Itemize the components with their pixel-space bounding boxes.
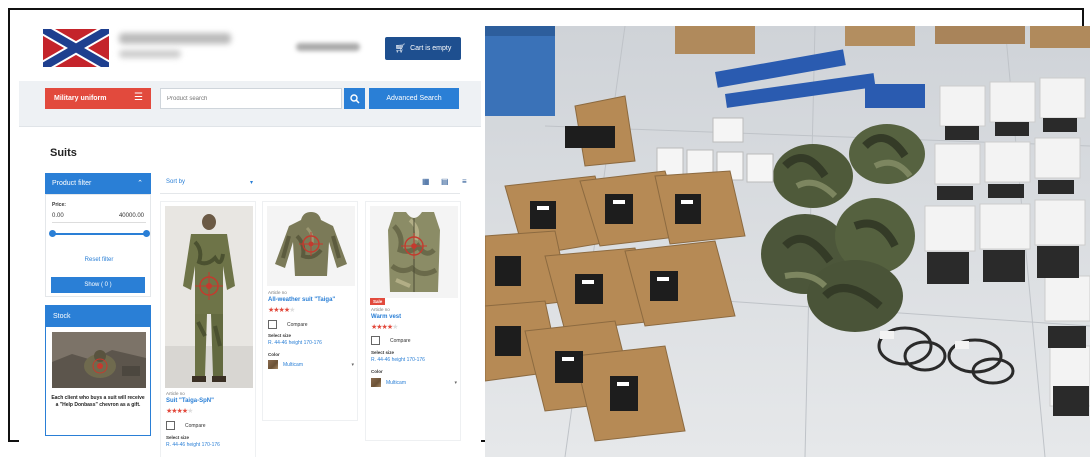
size-select[interactable]: R. 44-46 height 170-176: [371, 357, 425, 363]
grid-view-icon[interactable]: ▦: [422, 177, 430, 186]
price-divider: [52, 222, 146, 223]
sort-by-dropdown[interactable]: Sort by: [166, 179, 185, 185]
product-image[interactable]: [370, 206, 458, 298]
stock-promo-image: [52, 332, 146, 388]
checkbox-box[interactable]: [166, 421, 175, 430]
search-button[interactable]: [344, 88, 365, 109]
category-menu-button[interactable]: Military uniform ☰: [45, 88, 151, 109]
price-label: Price:: [52, 202, 66, 208]
nav-bar: Military uniform ☰ Advanced Search: [19, 81, 481, 127]
multicam-swatch: [371, 378, 381, 387]
product-filter-title: Product filter: [52, 180, 92, 187]
product-title[interactable]: Warm vest: [371, 314, 401, 320]
compare-label: Compare: [185, 422, 206, 429]
chevron-up-icon: ⌃: [137, 180, 143, 187]
warehouse-photo: [485, 26, 1090, 457]
color-select[interactable]: Multicam ▾: [371, 378, 457, 387]
color-value: Multicam: [283, 361, 304, 368]
rating-stars: ★★★★★: [166, 408, 193, 415]
checkbox-box[interactable]: [371, 336, 380, 345]
compare-checkbox[interactable]: Compare: [166, 421, 206, 430]
chevron-down-icon: ▾: [454, 379, 457, 386]
size-select[interactable]: R. 44-46 height 170-176: [166, 442, 220, 448]
price-max-field[interactable]: 40000.00: [119, 213, 144, 219]
list-view-icon[interactable]: ▤: [441, 177, 449, 186]
hamburger-icon: ☰: [134, 92, 143, 103]
compare-label: Compare: [390, 337, 411, 344]
rating-stars: ★★★★★: [268, 307, 295, 314]
price-slider-min-handle[interactable]: [48, 230, 56, 237]
product-card[interactable]: Sale Article no Warm vest ★★★★★ Compare …: [365, 201, 461, 441]
product-article: Article no: [371, 307, 390, 312]
price-slider-track[interactable]: [52, 233, 146, 235]
stock-promo-card[interactable]: Stock Each client who buys a suit will r…: [45, 305, 151, 436]
category-menu-label: Military uniform: [54, 95, 107, 102]
color-value: Multicam: [386, 379, 407, 386]
product-title[interactable]: All-weather suit "Taiga": [268, 297, 335, 303]
size-select[interactable]: R. 44-46 height 170-176: [268, 340, 322, 346]
size-label: Select size: [166, 435, 190, 440]
search-icon: [349, 93, 360, 104]
chevron-down-icon[interactable]: ▾: [250, 179, 253, 186]
color-select[interactable]: Multicam ▾: [268, 360, 354, 369]
size-label: Select size: [371, 350, 395, 355]
reset-filter-link[interactable]: Reset filter: [46, 257, 152, 263]
multicam-swatch: [268, 360, 278, 369]
sale-badge: Sale: [370, 298, 386, 305]
cart-button[interactable]: 🛒︎ Cart is empty: [385, 37, 461, 60]
product-image[interactable]: [165, 206, 253, 388]
chevron-down-icon: ▾: [351, 361, 354, 368]
compare-label: Compare: [287, 321, 308, 328]
price-min-field[interactable]: 0.00: [52, 213, 64, 219]
product-title[interactable]: Suit "Taiga-SpN": [166, 398, 214, 404]
site-header: 🛒︎ Cart is empty: [19, 19, 481, 74]
product-article: Article no: [166, 391, 185, 396]
product-article: Article no: [268, 290, 287, 295]
page-title: Suits: [50, 147, 77, 159]
compare-checkbox[interactable]: Compare: [268, 320, 308, 329]
stock-title: Stock: [46, 306, 150, 327]
cart-label: Cart is empty: [410, 45, 452, 52]
site-logo-flag[interactable]: [43, 29, 109, 67]
product-card[interactable]: Article no Suit "Taiga-SpN" ★★★★★ Compar…: [160, 201, 256, 457]
product-card[interactable]: Article no All-weather suit "Taiga" ★★★★…: [262, 201, 358, 421]
shop-page: 🛒︎ Cart is empty Military uniform ☰ Adva…: [19, 19, 481, 457]
product-filter-panel: Price: 0.00 40000.00 Reset filter Show (…: [45, 194, 151, 297]
advanced-search-button[interactable]: Advanced Search: [369, 88, 459, 109]
price-slider-max-handle[interactable]: [142, 230, 150, 237]
stock-promo-text: Each client who buys a suit will receive…: [51, 395, 145, 408]
blurred-phone: [296, 43, 360, 51]
compare-checkbox[interactable]: Compare: [371, 336, 411, 345]
product-image[interactable]: [267, 206, 355, 286]
show-results-button[interactable]: Show ( 0 ): [51, 277, 145, 293]
rating-stars: ★★★★★: [371, 324, 398, 331]
color-label: Color: [371, 369, 383, 374]
color-label: Color: [268, 352, 280, 357]
size-label: Select size: [268, 333, 292, 338]
checkbox-box[interactable]: [268, 320, 277, 329]
compact-list-icon[interactable]: ≡: [462, 177, 467, 186]
product-filter-header[interactable]: Product filter ⌃: [45, 173, 151, 194]
blurred-store-subtitle: [119, 50, 181, 58]
sort-bar: Sort by ▾ ▦ ▤ ≡: [160, 173, 467, 194]
blurred-store-name: [119, 33, 231, 44]
cart-icon: 🛒︎: [394, 43, 407, 53]
search-input[interactable]: [160, 88, 342, 109]
